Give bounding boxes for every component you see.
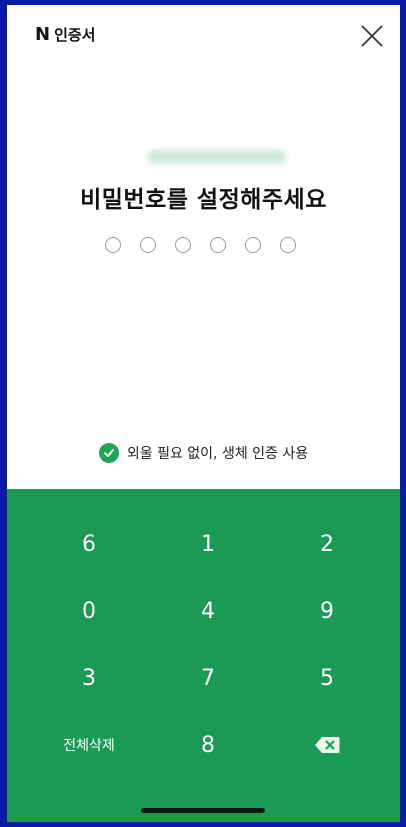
biometric-toggle[interactable]: 외울 필요 없이, 생체 인증 사용 [7, 443, 400, 463]
key-7[interactable]: 7 [148, 648, 268, 708]
close-button[interactable] [359, 23, 385, 49]
key-0[interactable]: 0 [29, 581, 149, 641]
screen: N 인증서 비밀번호를 설정해주세요 외울 필요 없이, 생체 인증 사용 6 … [7, 5, 400, 822]
backspace-icon [315, 737, 340, 753]
pin-dot [245, 237, 261, 253]
key-1[interactable]: 1 [148, 514, 268, 574]
key-5[interactable]: 5 [267, 648, 387, 708]
clear-all-button[interactable]: 전체삭제 [29, 715, 149, 775]
key-9[interactable]: 9 [267, 581, 387, 641]
key-2[interactable]: 2 [267, 514, 387, 574]
close-icon [361, 25, 383, 47]
pin-dot [105, 237, 121, 253]
home-indicator [141, 808, 265, 813]
pin-indicator [105, 237, 296, 253]
brand-title: 인증서 [54, 26, 96, 44]
key-6[interactable]: 6 [29, 514, 149, 574]
naver-n-logo: N [35, 24, 51, 45]
pin-dot [210, 237, 226, 253]
biometric-label: 외울 필요 없이, 생체 인증 사용 [126, 446, 309, 462]
key-8[interactable]: 8 [148, 715, 268, 775]
pin-dot [280, 237, 296, 253]
page-title: 비밀번호를 설정해주세요 [80, 187, 327, 213]
header: N 인증서 [7, 5, 400, 65]
blurred-account-id [147, 150, 287, 164]
key-4[interactable]: 4 [148, 581, 268, 641]
pin-dot [140, 237, 156, 253]
device-frame: N 인증서 비밀번호를 설정해주세요 외울 필요 없이, 생체 인증 사용 6 … [0, 0, 406, 827]
check-circle-icon [98, 443, 119, 463]
pin-dot [175, 237, 191, 253]
number-keypad: 6 1 2 0 4 9 3 7 5 전체삭제 8 [7, 489, 400, 822]
key-3[interactable]: 3 [29, 648, 149, 708]
brand-logo: N 인증서 [35, 25, 95, 45]
backspace-button[interactable] [267, 715, 387, 775]
